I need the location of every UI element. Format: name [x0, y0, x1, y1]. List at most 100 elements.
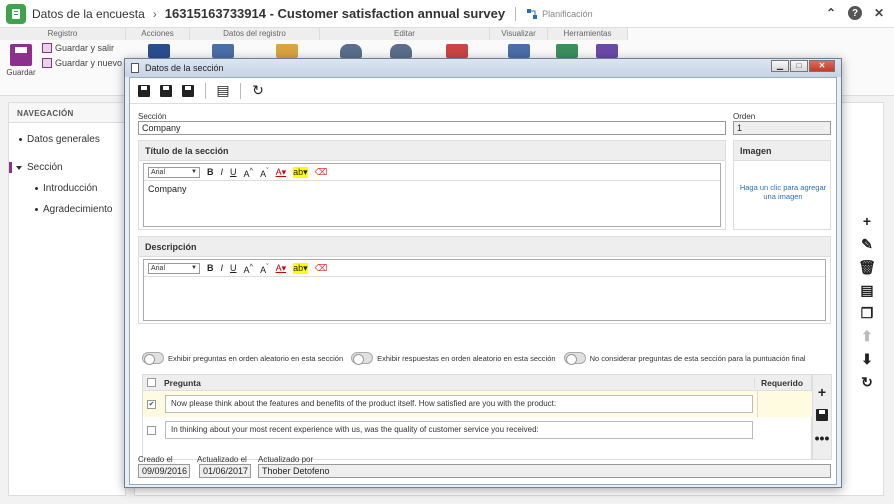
nav-item-datos-generales[interactable]: Datos generales [19, 134, 100, 145]
eraser-icon[interactable]: ⌫ [315, 167, 328, 178]
expand-arrow-icon[interactable] [16, 165, 22, 170]
descripcion-editor[interactable]: Arial B I U A^ Aˇ A▾ ab▾ ⌫ [143, 259, 826, 321]
preview-icon[interactable] [508, 44, 530, 58]
add-icon[interactable]: + [860, 213, 874, 229]
planning-label[interactable]: Planificación [542, 9, 593, 19]
font-color-icon[interactable]: A▾ [276, 263, 287, 274]
highlight-icon[interactable]: ab▾ [293, 262, 308, 274]
page-title: 16315163733914 - Customer satisfaction a… [164, 6, 506, 21]
user-edit-icon[interactable] [390, 44, 412, 58]
underline-icon[interactable]: U [230, 167, 237, 177]
row-checkbox[interactable]: ✔ [147, 399, 156, 409]
delete-icon[interactable]: 🗑 [858, 259, 876, 275]
move-up-icon[interactable]: ⬆ [860, 328, 874, 344]
font-shrink-icon[interactable]: Aˇ [260, 262, 269, 275]
toggle-random-questions-label: Exhibir preguntas en orden aleatorio en … [168, 353, 344, 363]
highlight-icon[interactable]: ab▾ [293, 166, 308, 178]
nav-item-agradecimiento[interactable]: Agradecimiento [35, 204, 112, 215]
eraser-icon[interactable]: ⌫ [315, 263, 328, 274]
add-question-icon[interactable]: + [815, 384, 829, 400]
font-grow-icon[interactable]: A^ [244, 262, 254, 275]
collapse-up-icon[interactable]: ⌃ [824, 6, 838, 20]
nav-item-label: Introducción [43, 183, 98, 194]
creado-value: 09/09/2016 [138, 464, 190, 478]
titulo-text[interactable]: Company [144, 181, 720, 197]
questions-table: Pregunta Requerido ✔ Now please think ab… [142, 374, 813, 460]
export-icon[interactable] [596, 44, 618, 58]
navigation-panel: NAVEGACIÓN Datos generales Sección Intro… [8, 102, 126, 496]
italic-icon[interactable]: I [221, 167, 224, 177]
titulo-heading: Título de la sección [139, 141, 725, 161]
save-new-label: Guardar y nuevo [55, 58, 123, 68]
bold-icon[interactable]: B [207, 167, 214, 177]
edit-icon[interactable]: ✎ [860, 236, 874, 252]
question-text[interactable]: In thinking about your most recent exper… [165, 421, 753, 439]
save-icon[interactable] [158, 83, 174, 99]
copy-icon[interactable]: ❐ [860, 305, 874, 321]
actualizado-por-value: Thober Detofeno [258, 464, 831, 478]
select-all-checkbox[interactable] [147, 378, 156, 387]
refresh-icon[interactable]: ↻ [250, 82, 266, 99]
nav-item-introduccion[interactable]: Introducción [35, 183, 97, 194]
right-toolbar: + ✎ 🗑 ▤ ❐ ⬆ ⬇ ↻ [856, 213, 878, 390]
nav-header: NAVEGACIÓN [9, 103, 125, 123]
font-shrink-icon[interactable]: Aˇ [260, 166, 269, 179]
toggle-random-answers-label: Exhibir respuestas en orden aleatorio en… [377, 353, 556, 363]
folder-icon[interactable] [276, 44, 298, 58]
col-pregunta: Pregunta [164, 377, 201, 388]
planning-icon[interactable] [526, 8, 538, 20]
toolbar-divider [205, 82, 206, 99]
toggle-exclude-score[interactable] [563, 352, 586, 365]
save-question-icon[interactable] [815, 408, 829, 422]
save-button[interactable]: Guardar [6, 44, 36, 77]
import-icon[interactable] [556, 44, 578, 58]
italic-icon[interactable]: I [221, 263, 224, 273]
font-select[interactable]: Arial [148, 262, 200, 274]
nav-item-label: Datos generales [27, 134, 100, 145]
toggle-random-answers[interactable] [351, 352, 374, 365]
options-row: Exhibir preguntas en orden aleatorio en … [142, 352, 806, 365]
titulo-section: Título de la sección Arial B I U A^ Aˇ A… [138, 140, 726, 230]
font-grow-icon[interactable]: A^ [244, 166, 254, 179]
font-color-icon[interactable]: A▾ [276, 167, 287, 178]
save-close-icon[interactable] [180, 83, 196, 99]
toggle-random-questions[interactable] [142, 352, 164, 365]
save-exit-icon [42, 43, 52, 53]
record-data-icon[interactable] [212, 44, 234, 58]
dialog-titlebar[interactable]: Datos de la sección ▁ □ ✕ [125, 59, 841, 77]
edit-form-icon[interactable] [446, 44, 468, 58]
orden-label: Orden [733, 112, 756, 121]
save-exit-button[interactable]: Guardar y salir [42, 43, 114, 53]
more-options-icon[interactable]: ••• [815, 430, 830, 446]
bold-icon[interactable]: B [207, 263, 214, 273]
app-logo-icon [6, 3, 26, 24]
bullet-icon [19, 138, 22, 141]
close-icon[interactable]: ✕ [872, 6, 886, 20]
users-icon[interactable] [340, 44, 362, 58]
action-icon[interactable] [148, 44, 170, 58]
move-down-icon[interactable]: ⬇ [860, 351, 874, 367]
dialog-close-icon[interactable]: ✕ [809, 60, 835, 72]
minimize-icon[interactable]: ▁ [771, 60, 789, 72]
ribbon-group-editar: Editar [320, 28, 490, 40]
help-icon[interactable]: ? [848, 6, 862, 20]
add-image-link[interactable]: Haga un clic para agregar una imagen [738, 183, 828, 201]
refresh-icon[interactable]: ↻ [860, 374, 874, 390]
titulo-editor[interactable]: Arial B I U A^ Aˇ A▾ ab▾ ⌫ Company [143, 163, 721, 227]
font-select[interactable]: Arial [148, 166, 200, 178]
save-add-icon[interactable] [136, 83, 152, 99]
dialog-title: Datos de la sección [145, 63, 224, 73]
save-new-button[interactable]: Guardar y nuevo [42, 58, 122, 68]
details-icon[interactable]: ▤ [860, 282, 874, 298]
maximize-icon[interactable]: □ [790, 60, 808, 72]
underline-icon[interactable]: U [230, 263, 237, 273]
table-row[interactable]: ✔ Now please think about the features an… [143, 391, 757, 417]
breadcrumb[interactable]: Datos de la encuesta [32, 7, 145, 21]
table-row[interactable]: In thinking about your most recent exper… [143, 417, 757, 443]
seccion-input[interactable]: Company [138, 121, 726, 135]
orden-input[interactable]: 1 [733, 121, 831, 135]
question-text[interactable]: Now please think about the features and … [165, 395, 753, 413]
row-checkbox[interactable] [147, 425, 156, 435]
document-search-icon[interactable]: ▤ [215, 82, 231, 99]
nav-item-seccion[interactable]: Sección [9, 162, 63, 173]
